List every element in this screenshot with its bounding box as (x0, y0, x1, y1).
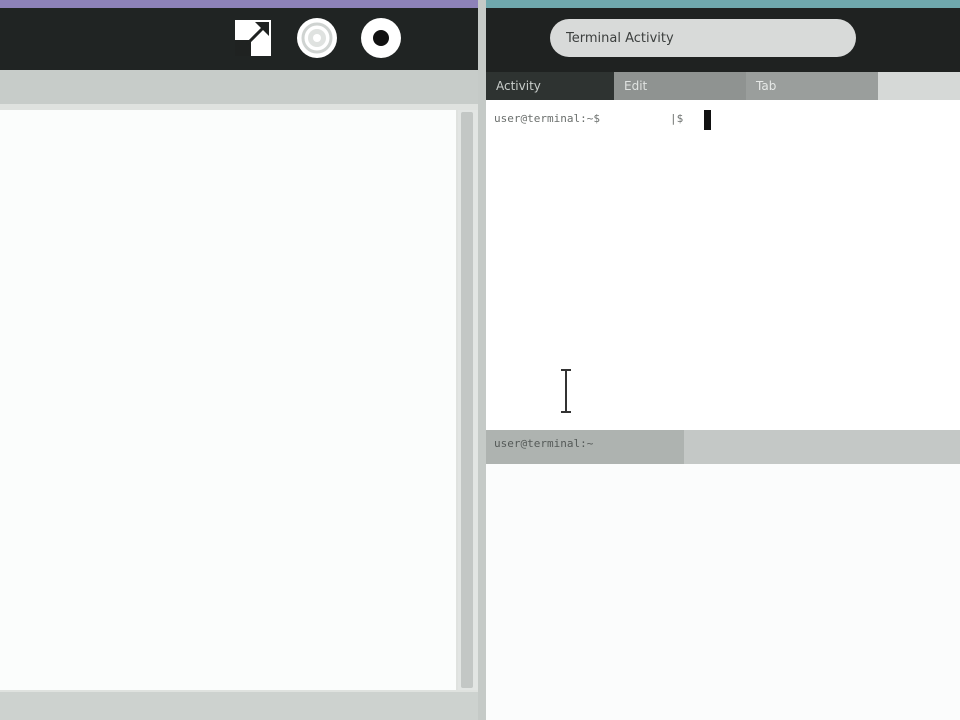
left-scrollbar-thumb[interactable] (461, 112, 473, 688)
terminal-prompt: user@terminal:~$ (494, 112, 600, 125)
tab-edit-label: Edit (624, 79, 648, 93)
left-canvas (0, 110, 456, 690)
record-icon (360, 17, 402, 63)
pane-divider[interactable] (478, 0, 486, 720)
left-header-strip (0, 70, 478, 104)
left-accent-bar (0, 0, 478, 8)
right-accent-bar (486, 0, 960, 8)
tab-activity-label: Activity (496, 79, 541, 93)
right-pane: Activity Edit Tab user@terminal:~$ |$ us… (486, 0, 960, 720)
fullscreen-icon (233, 18, 273, 62)
status-text: user@terminal:~ (494, 437, 594, 450)
settings-button[interactable] (296, 17, 338, 63)
text-cursor-icon (560, 368, 572, 414)
tab-bar: Activity Edit Tab (486, 72, 960, 100)
tab-edit[interactable]: Edit (614, 72, 746, 100)
left-toolbar (0, 8, 478, 70)
status-bar: user@terminal:~ (486, 430, 960, 464)
fullscreen-button[interactable] (232, 19, 274, 61)
terminal-prompt-symbol: |$ (670, 112, 684, 125)
search-input[interactable] (550, 19, 856, 57)
record-button[interactable] (360, 17, 402, 63)
left-pane (0, 0, 480, 720)
settings-gear-icon (296, 17, 338, 63)
left-bottom-strip (0, 692, 478, 720)
right-toolbar (486, 8, 960, 72)
tab-tab-label: Tab (756, 79, 777, 93)
terminal-cursor (704, 110, 711, 130)
terminal-area[interactable]: user@terminal:~$ |$ (486, 100, 960, 430)
tab-tab[interactable]: Tab (746, 72, 878, 100)
output-area[interactable] (486, 464, 960, 720)
tab-activity[interactable]: Activity (486, 72, 614, 100)
